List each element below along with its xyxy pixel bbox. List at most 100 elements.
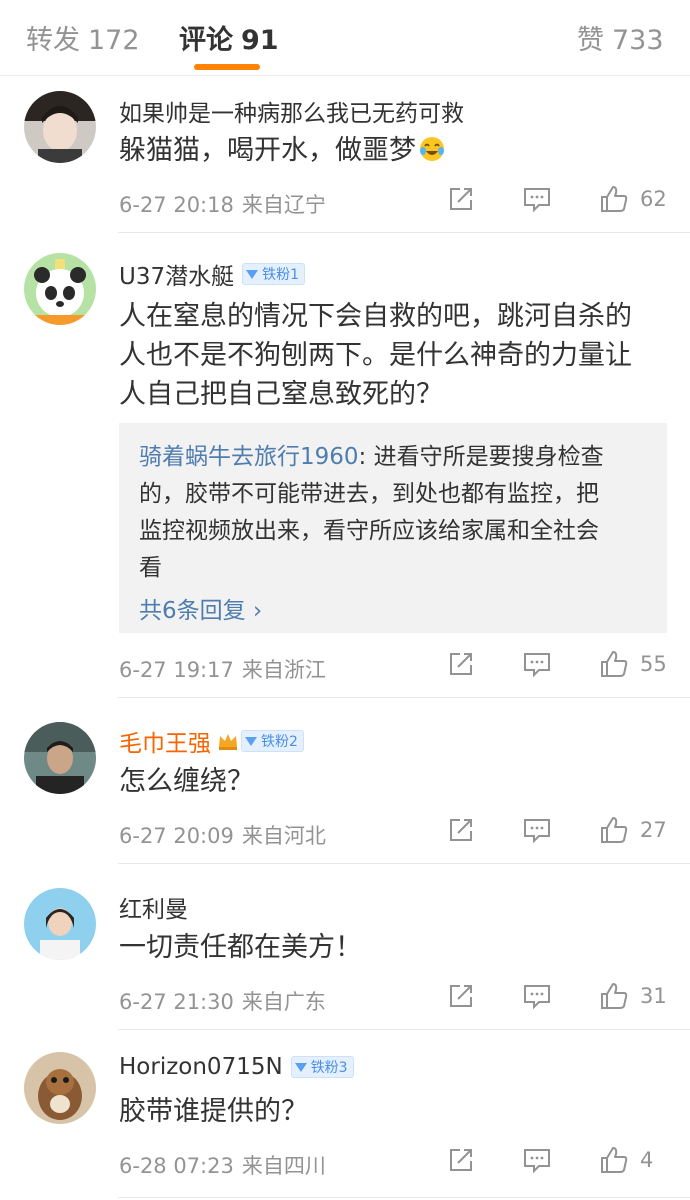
repost-button[interactable] (446, 815, 476, 845)
tab-like-count: 733 (612, 25, 664, 56)
reply-first-line: 骑着蜗牛去旅行1960: 进看守所是要搜身检查 (139, 439, 647, 476)
comment-actions: 27 (446, 814, 668, 846)
like-count: 4 (640, 1148, 654, 1172)
comment-item: U37潜水艇 铁粉1 人在窒息的情况下会自救的吧，跳河自杀的 人也不是不狗刨两下… (0, 233, 690, 698)
reply-text: 进看守所是要搜身检查 (366, 444, 604, 470)
comment-icon (524, 653, 550, 678)
comment-text: 怎么缠绕？ (119, 762, 667, 801)
diamond-icon (246, 269, 259, 279)
tab-like[interactable]: 赞 733 (577, 18, 664, 57)
comment-item: Horizon0715N 铁粉3 胶带谁提供的？ 6-28 07:23 来自四川 … (0, 1030, 690, 1198)
fan-badge: 铁粉2 (241, 730, 304, 752)
repost-icon (450, 188, 472, 210)
like-button[interactable]: 55 (598, 648, 668, 680)
like-button[interactable]: 62 (598, 183, 668, 215)
comment-time: 6-27 20:18 (119, 193, 234, 217)
comment-text: 胶带谁提供的？ (119, 1092, 667, 1131)
comment-user-row: 如果帅是一种病那么我已无药可救 (119, 94, 464, 128)
view-all-replies-link[interactable]: 共6条回复 › (139, 593, 647, 630)
like-button[interactable]: 31 (598, 980, 668, 1012)
comment-tabs: 转发 172 评论 91 赞 733 (0, 0, 690, 76)
fan-badge-label: 铁粉2 (261, 734, 298, 750)
comment-user-row: 毛巾王强 铁粉2 (119, 724, 304, 758)
comment-user-row: U37潜水艇 铁粉1 (119, 257, 306, 291)
username[interactable]: U37潜水艇 (119, 257, 234, 291)
username[interactable]: 毛巾王强 (119, 724, 211, 758)
avatar[interactable] (24, 722, 96, 794)
comment-actions: 31 (446, 980, 668, 1012)
divider (118, 1197, 690, 1198)
avatar[interactable] (24, 1052, 96, 1124)
reply-button[interactable] (522, 815, 552, 845)
repost-button[interactable] (446, 184, 476, 214)
comment-text-line: 人在窒息的情况下会自救的吧，跳河自杀的 (119, 301, 632, 332)
reply-text-line: 的，胶带不可能带进去，到处也都有监控，把 (139, 481, 599, 507)
tab-repost-label: 转发 (26, 25, 80, 56)
active-tab-indicator (194, 64, 260, 70)
tab-repost[interactable]: 转发 172 (26, 18, 140, 57)
comment-text-body: 一切责任都在美方！ (119, 932, 362, 963)
fan-badge: 铁粉3 (290, 1056, 354, 1078)
username[interactable]: Horizon0715N (119, 1054, 283, 1080)
comment-time: 6-27 20:09 (119, 824, 234, 848)
comment-item: 红利曼 一切责任都在美方！ 6-27 21:30 来自广东 31 (0, 864, 690, 1030)
comment-item: 毛巾王强 铁粉2 怎么缠绕？ 6-27 20:09 来自河北 27 (0, 698, 690, 864)
reply-button[interactable] (522, 1145, 552, 1175)
comment-actions: 62 (446, 183, 668, 215)
comment-location: 来自辽宁 (241, 193, 326, 217)
comment-icon (524, 819, 550, 844)
tab-comment-count: 91 (241, 25, 279, 56)
tab-comment[interactable]: 评论 91 (179, 18, 279, 57)
comment-user-row: Horizon0715N 铁粉3 (119, 1054, 354, 1080)
comment-meta: 6-27 19:17 来自浙江 (119, 654, 326, 684)
repost-icon (450, 985, 472, 1007)
like-button[interactable]: 27 (598, 814, 668, 846)
like-button[interactable]: 4 (598, 1144, 668, 1176)
thumbs-up-icon (601, 651, 628, 677)
comment-location: 来自四川 (241, 1154, 326, 1178)
thumbs-up-icon (601, 1147, 628, 1173)
tab-repost-count: 172 (88, 25, 140, 56)
repost-button[interactable] (446, 649, 476, 679)
avatar[interactable] (24, 91, 96, 163)
repost-button[interactable] (446, 981, 476, 1011)
repost-icon (450, 819, 472, 841)
tab-like-label: 赞 (577, 25, 604, 56)
reply-text-line: 看 (139, 555, 162, 581)
crown-icon (217, 731, 239, 751)
comment-text: 躲猫猫，喝开水，做噩梦 (119, 131, 667, 174)
like-count: 55 (640, 652, 667, 676)
comment-time: 6-27 19:17 (119, 658, 234, 682)
reply-button[interactable] (522, 981, 552, 1011)
comment-user-row: 红利曼 (119, 890, 188, 924)
diamond-icon (245, 736, 257, 746)
comment-time: 6-28 07:23 (119, 1154, 234, 1178)
username[interactable]: 红利曼 (119, 890, 188, 924)
reply-button[interactable] (522, 649, 552, 679)
comment-location: 来自河北 (241, 824, 326, 848)
thumbs-up-icon (601, 983, 628, 1009)
username[interactable]: 如果帅是一种病那么我已无药可救 (119, 94, 464, 128)
comment-text-line: 人也不是不狗刨两下。是什么神奇的力量让 (119, 340, 632, 371)
comment-item: 如果帅是一种病那么我已无药可救 躲猫猫，喝开水，做噩梦 6-27 20:18 来自… (0, 77, 690, 233)
repost-icon (450, 1149, 472, 1171)
tab-comment-label: 评论 (179, 25, 233, 56)
comment-text-body: 怎么缠绕？ (119, 766, 254, 797)
laugh-cry-emoji-icon (418, 135, 446, 174)
avatar[interactable] (24, 888, 96, 960)
comment-icon (524, 985, 550, 1010)
thumbs-up-icon (601, 817, 628, 843)
comment-location: 来自广东 (241, 990, 326, 1014)
like-count: 62 (640, 187, 667, 211)
repost-button[interactable] (446, 1145, 476, 1175)
comment-meta: 6-28 07:23 来自四川 (119, 1150, 326, 1180)
reply-preview[interactable]: 骑着蜗牛去旅行1960: 进看守所是要搜身检查 的，胶带不可能带进去，到处也都有… (119, 423, 667, 633)
reply-username[interactable]: 骑着蜗牛去旅行1960 (139, 444, 359, 470)
fan-badge-label: 铁粉3 (310, 1060, 348, 1076)
avatar[interactable] (24, 253, 96, 325)
reply-button[interactable] (522, 184, 552, 214)
comment-actions: 55 (446, 648, 668, 680)
comment-icon (524, 1149, 550, 1174)
comment-text-line: 人自己把自己窒息致死的？ (119, 379, 443, 410)
comment-actions: 4 (446, 1144, 668, 1176)
